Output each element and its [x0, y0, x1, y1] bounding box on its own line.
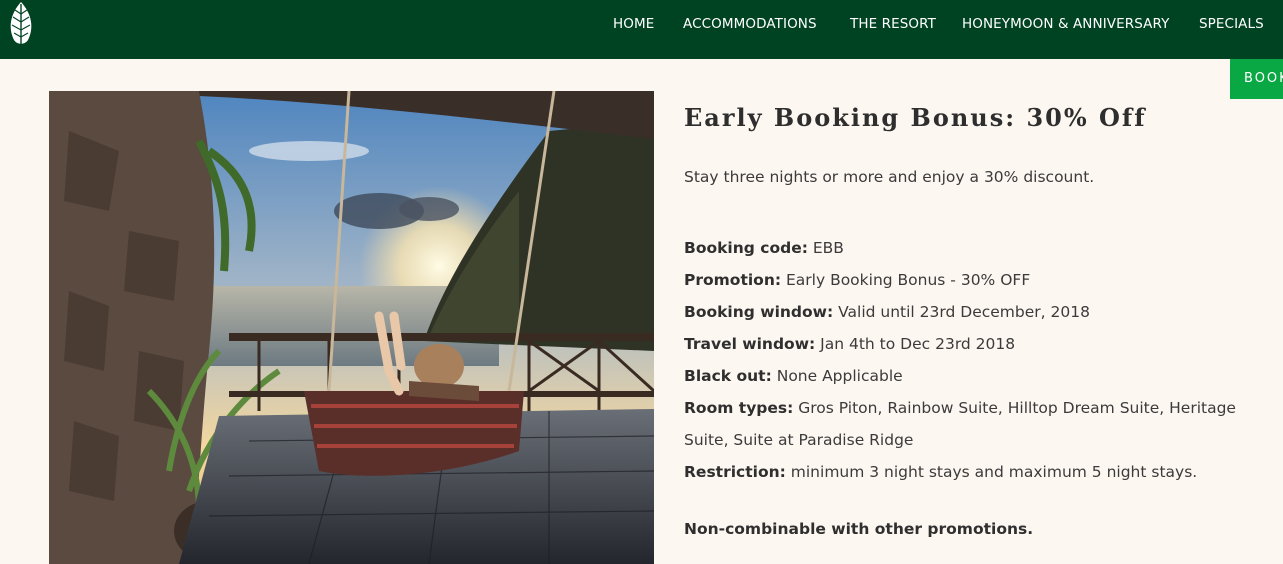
detail-travel-window: Travel window: Jan 4th to Dec 23rd 2018 — [684, 328, 1264, 360]
nav-accommodations[interactable]: ACCOMMODATIONS — [683, 16, 817, 32]
offer-details: Booking code: EBB Promotion: Early Booki… — [684, 232, 1264, 488]
detail-value: None Applicable — [776, 367, 903, 385]
detail-booking-window: Booking window: Valid until 23rd Decembe… — [684, 296, 1264, 328]
detail-label: Restriction: — [684, 463, 786, 481]
detail-value: minimum 3 night stays and maximum 5 nigh… — [790, 463, 1198, 481]
nav-home[interactable]: HOME — [613, 16, 654, 32]
detail-room-types: Room types: Gros Piton, Rainbow Suite, H… — [684, 392, 1264, 456]
detail-label: Booking window: — [684, 303, 834, 321]
detail-restriction: Restriction: minimum 3 night stays and m… — [684, 456, 1264, 488]
detail-value: Early Booking Bonus - 30% OFF — [786, 271, 1031, 289]
nav-honeymoon-anniversary[interactable]: HONEYMOON & ANNIVERSARY — [962, 16, 1169, 32]
detail-value: Valid until 23rd December, 2018 — [838, 303, 1090, 321]
nav-the-resort[interactable]: THE RESORT — [850, 16, 936, 32]
detail-label: Booking code: — [684, 239, 808, 257]
top-navbar: HOME ACCOMMODATIONS THE RESORT HONEYMOON… — [0, 0, 1283, 59]
hero-image — [49, 91, 654, 564]
detail-booking-code: Booking code: EBB — [684, 232, 1264, 264]
book-button[interactable]: BOOK — [1230, 59, 1283, 99]
detail-value: Jan 4th to Dec 23rd 2018 — [820, 335, 1016, 353]
resort-terrace-photo — [49, 91, 654, 564]
detail-label: Black out: — [684, 367, 772, 385]
detail-promotion: Promotion: Early Booking Bonus - 30% OFF — [684, 264, 1264, 296]
offer-note: Non-combinable with other promotions. — [684, 520, 1034, 538]
detail-black-out: Black out: None Applicable — [684, 360, 1264, 392]
nav-specials[interactable]: SPECIALS — [1199, 16, 1264, 32]
detail-value: EBB — [812, 239, 844, 257]
detail-label: Promotion: — [684, 271, 782, 289]
detail-label: Travel window: — [684, 335, 816, 353]
offer-intro: Stay three nights or more and enjoy a 30… — [684, 168, 1095, 186]
book-button-label: BOOK — [1244, 71, 1283, 86]
page-title: Early Booking Bonus: 30% Off — [684, 103, 1147, 132]
detail-label: Room types: — [684, 399, 794, 417]
main-nav: HOME ACCOMMODATIONS THE RESORT HONEYMOON… — [0, 0, 1283, 50]
